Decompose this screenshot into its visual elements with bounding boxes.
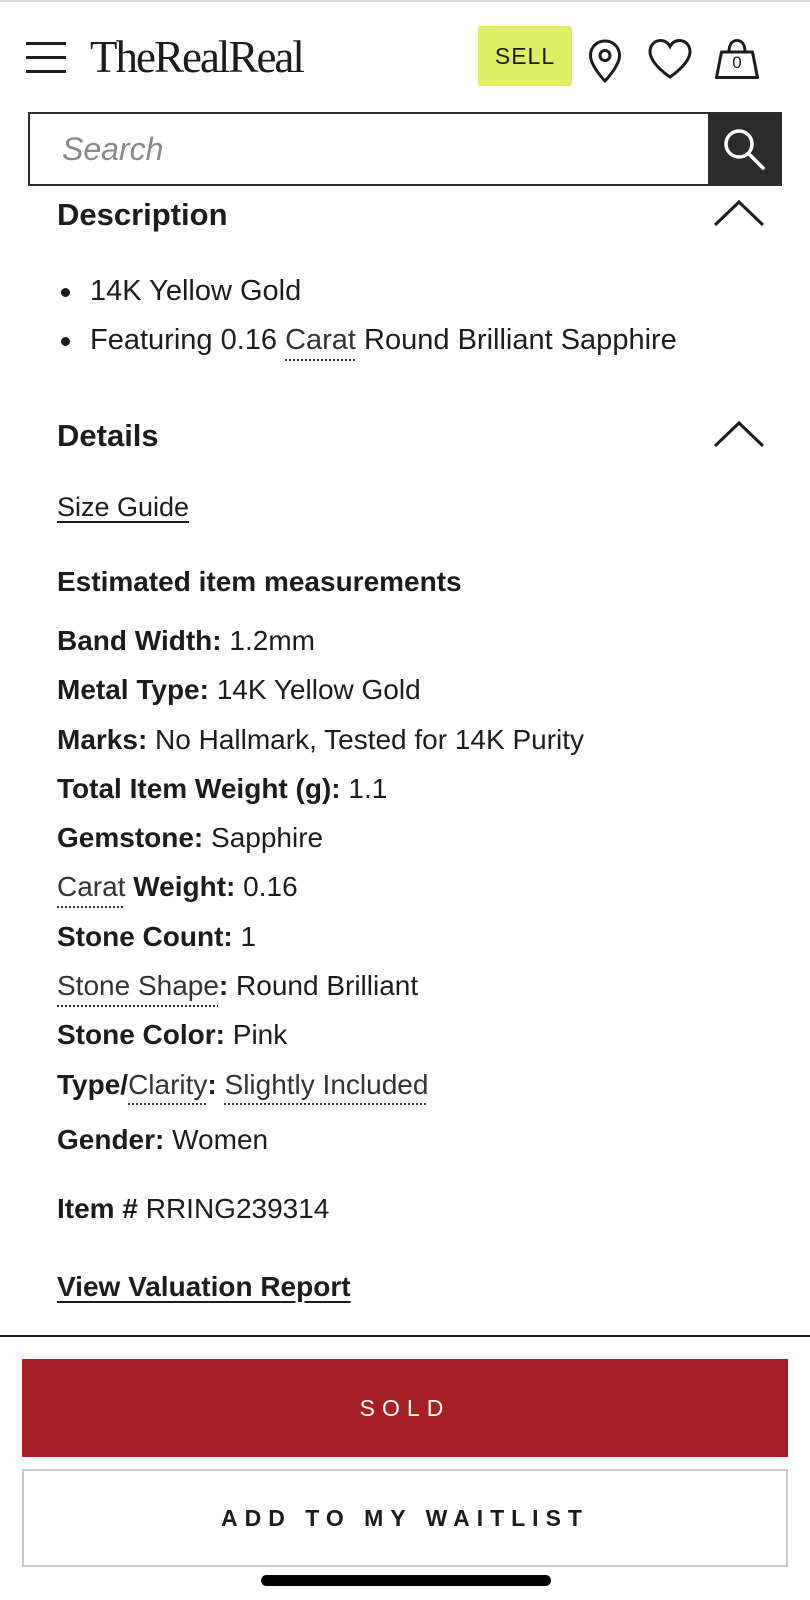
home-indicator[interactable] [261,1575,551,1586]
measurements-heading: Estimated item measurements [57,566,462,597]
heart-icon[interactable] [647,38,693,80]
spec-clarity: Type/Clarity: Slightly Included [57,1068,429,1100]
shopping-bag-icon[interactable]: 0 [713,38,761,80]
product-details-page: TheRealReal SELL 0 D [0,0,810,1600]
search-button[interactable] [708,114,780,184]
item-number: Item # RRING239314 [57,1193,330,1224]
spec-list: Band Width: 1.2mm Metal Type: 14K Yellow… [57,616,797,1109]
details-title: Details [57,418,159,453]
carat-glossary-link[interactable]: Carat [57,871,125,902]
cart-count-badge: 0 [732,53,742,72]
description-header[interactable]: Description [57,197,765,247]
spec-gemstone: Gemstone: Sapphire [57,822,324,854]
search-input[interactable] [30,114,708,184]
spec-stone-count: Stone Count: 1 [57,920,257,952]
sold-button[interactable]: SOLD [22,1359,788,1457]
slightly-included-glossary-link[interactable]: Slightly Included [225,1069,429,1100]
sell-button[interactable]: SELL [478,26,572,86]
stone-shape-glossary-link[interactable]: Stone Shape [57,970,219,1001]
view-valuation-report-link[interactable]: View Valuation Report [57,1271,351,1303]
chevron-up-icon[interactable] [711,418,767,450]
spec-gender: Gender: Women [57,1124,269,1155]
spec-metal-type: Metal Type: 14K Yellow Gold [57,674,421,706]
search-bar [28,112,782,186]
search-icon [724,129,765,170]
size-guide-link[interactable]: Size Guide [57,492,189,523]
carat-glossary-link[interactable]: Carat [285,324,356,356]
spec-marks: Marks: No Hallmark, Tested for 14K Purit… [57,723,585,755]
description-title: Description [57,197,228,232]
add-to-waitlist-button[interactable]: ADD TO MY WAITLIST [22,1469,788,1567]
spec-carat-weight: Carat Weight: 0.16 [57,871,298,903]
list-item: Featuring 0.16 Carat Round Brilliant Sap… [57,316,777,365]
clarity-glossary-link[interactable]: Clarity [128,1069,207,1100]
spec-band-width: Band Width: 1.2mm [57,625,315,656]
hamburger-menu-icon[interactable] [26,40,68,76]
bottom-divider [0,1335,810,1337]
details-header[interactable]: Details [57,418,765,468]
site-header: TheRealReal SELL 0 [0,2,810,108]
spec-stone-color: Stone Color: Pink [57,1019,288,1051]
description-list: 14K Yellow Gold Featuring 0.16 Carat Rou… [57,267,777,365]
brand-logo[interactable]: TheRealReal [90,32,305,82]
location-pin-icon[interactable] [586,38,624,84]
list-item: 14K Yellow Gold [57,267,777,316]
spec-total-weight: Total Item Weight (g): 1.1 [57,772,388,804]
chevron-up-icon[interactable] [711,197,767,229]
spec-stone-shape: Stone Shape: Round Brilliant [57,970,419,1002]
